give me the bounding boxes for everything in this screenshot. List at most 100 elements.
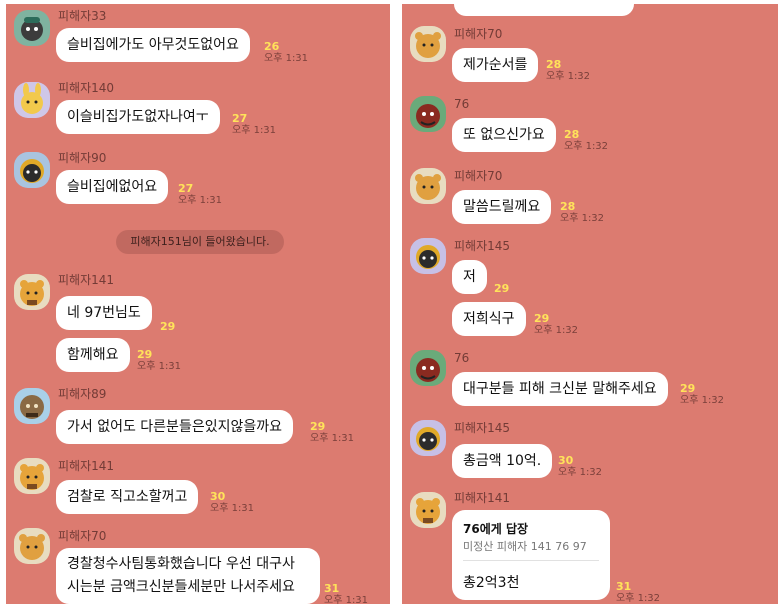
message-text: 총2억3천 [463,575,520,591]
sender-avatar-icon[interactable] [14,274,50,310]
message-meta: 29 오후 1:31 [310,420,354,445]
sender-name: 피해자89 [58,387,107,401]
unread-count: 29 [310,420,326,433]
sender-avatar-icon[interactable] [410,168,446,204]
unread-count: 30 [558,454,574,467]
unread-count: 31 [616,580,632,593]
sender-name: 피해자70 [454,169,503,183]
chat-panel-left[interactable]: 피해자33 슬비집에가도 아무것도없어요 26 오후 1:31 피해자140 이… [6,4,390,604]
message-bubble[interactable]: 저희식구 [452,302,526,336]
message-meta: 31 오후 1:31 [324,582,368,604]
sender-name: 피해자140 [58,81,115,95]
message-meta: 27 오후 1:31 [178,182,222,207]
sender-name: 피해자141 [58,273,115,287]
reply-header: 76에게 답장 [463,522,529,536]
message-meta: 26 오후 1:31 [264,40,308,65]
sender-avatar-icon[interactable] [410,238,446,274]
sender-avatar-icon[interactable] [14,10,50,46]
unread-count: 29 [137,348,153,361]
unread-count: 31 [324,582,340,595]
message-bubble[interactable]: 함께해요 [56,338,130,372]
message-bubble[interactable] [454,4,634,16]
message-time: 오후 1:31 [232,125,277,136]
message-bubble[interactable]: 경찰청수사팀통화했습니다 우선 대구사 시는분 금액크신분들세분만 나서주세요 [56,548,320,604]
message-bubble[interactable]: 이슬비집가도없자나여ㅜ [56,100,220,134]
unread-count: 28 [546,58,562,71]
message-bubble[interactable]: 대구분들 피해 크신분 말해주세요 [452,372,668,406]
message-bubble[interactable]: 가서 없어도 다른분들은있지않을까요 [56,410,293,444]
message-bubble[interactable]: 말씀드릴께요 [452,190,552,224]
system-join-notice: 피해자151님이 들어왔습니다. [116,230,284,254]
sender-name: 피해자70 [58,529,107,543]
message-meta: 30 오후 1:32 [558,454,602,479]
sender-avatar-icon[interactable] [14,458,50,494]
message-meta: 27 오후 1:31 [232,112,276,137]
sender-name: 76 [454,351,470,365]
sender-avatar-icon[interactable] [14,528,50,564]
message-bubble[interactable]: 슬비집에없어요 [56,170,169,204]
sender-avatar-icon[interactable] [14,152,50,188]
sender-name: 피해자33 [58,9,107,23]
reply-message-bubble[interactable]: 76에게 답장 미정산 피해자 141 76 97 총2억3천 [452,510,610,600]
message-bubble[interactable]: 제가순서를 [452,48,539,82]
sender-avatar-icon[interactable] [410,420,446,456]
message-time: 오후 1:31 [324,595,369,604]
message-time: 오후 1:31 [137,361,182,372]
sender-avatar-icon[interactable] [14,82,50,118]
message-time: 오후 1:32 [558,467,603,478]
message-meta: 29 [494,282,509,295]
message-time: 오후 1:32 [534,325,579,336]
sender-name: 피해자145 [454,239,511,253]
sender-name: 피해자70 [454,27,503,41]
sender-avatar-icon[interactable] [410,96,446,132]
unread-count: 29 [534,312,550,325]
message-time: 오후 1:31 [310,433,355,444]
message-text-line: 시는분 금액크신분들세분만 나서주세요 [67,579,295,595]
message-bubble[interactable]: 또 없으신가요 [452,118,556,152]
chat-panel-right[interactable]: 피해자70 제가순서를 28 오후 1:32 76 또 없으신가요 28 오후 … [402,4,778,604]
unread-count: 27 [178,182,194,195]
message-meta: 29 오후 1:32 [534,312,578,337]
message-time: 오후 1:31 [178,195,223,206]
sender-avatar-icon[interactable] [410,492,446,528]
unread-count: 28 [564,128,580,141]
sender-avatar-icon[interactable] [410,350,446,386]
message-time: 오후 1:32 [564,141,609,152]
message-time: 오후 1:32 [546,71,591,82]
message-bubble[interactable]: 총금액 10억. [452,444,553,478]
message-bubble[interactable]: 네 97번님도 [56,296,152,330]
message-meta: 29 오후 1:31 [137,348,181,373]
message-meta: 30 오후 1:31 [210,490,254,515]
message-bubble[interactable]: 슬비집에가도 아무것도없어요 [56,28,250,62]
unread-count: 29 [680,382,696,395]
unread-count: 27 [232,112,248,125]
message-time: 오후 1:31 [210,503,255,514]
message-time: 오후 1:32 [560,213,605,224]
message-bubble[interactable]: 검찰로 직고소할꺼고 [56,480,199,514]
sender-avatar-icon[interactable] [410,26,446,62]
sender-name: 피해자141 [58,459,115,473]
unread-count: 29 [160,320,176,333]
message-bubble[interactable]: 저 [452,260,487,294]
message-meta: 28 오후 1:32 [560,200,604,225]
sender-name: 피해자90 [58,151,107,165]
sender-avatar-icon[interactable] [14,388,50,424]
message-meta: 28 오후 1:32 [564,128,608,153]
reply-divider [463,560,599,561]
message-meta: 31 오후 1:32 [616,580,660,604]
sender-name: 피해자141 [454,491,511,505]
message-text-line: 경찰청수사팀통화했습니다 우선 대구사 [67,556,295,572]
message-time: 오후 1:32 [616,593,661,604]
sender-name: 76 [454,97,470,111]
unread-count: 30 [210,490,226,503]
unread-count: 29 [494,282,510,295]
message-time: 오후 1:32 [680,395,725,406]
message-meta: 29 [160,320,175,333]
message-meta: 29 오후 1:32 [680,382,724,407]
message-meta: 28 오후 1:32 [546,58,590,83]
message-time: 오후 1:31 [264,53,309,64]
unread-count: 28 [560,200,576,213]
sender-name: 피해자145 [454,421,511,435]
reply-quoted-text[interactable]: 미정산 피해자 141 76 97 [463,538,587,554]
unread-count: 26 [264,40,280,53]
